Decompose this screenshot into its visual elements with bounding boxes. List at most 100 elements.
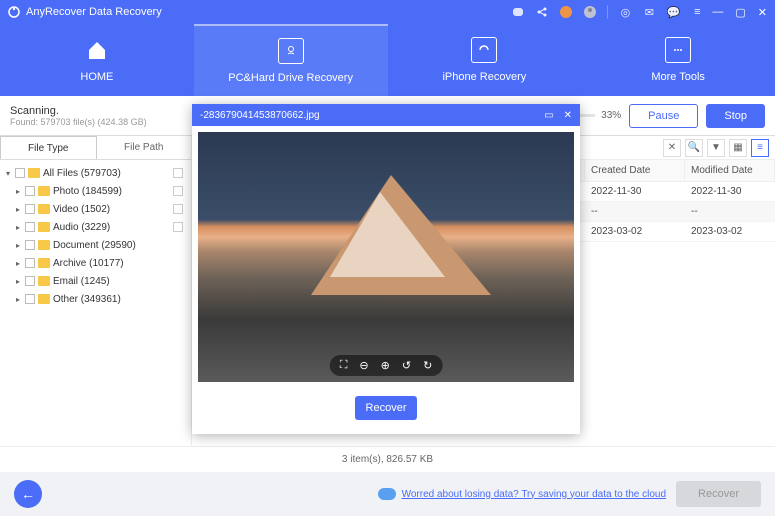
cell-modified: 2023-03-02 (685, 222, 775, 241)
nav-pc-label: PC&Hard Drive Recovery (228, 72, 353, 84)
mountain-snow-shape (330, 192, 445, 277)
nav-more-tools[interactable]: More Tools (581, 24, 775, 96)
cloud-link-text: Worred about losing data? Try saving you… (402, 489, 666, 500)
tab-file-type[interactable]: File Type (0, 136, 97, 159)
modal-restore-icon[interactable]: ▭ (544, 110, 553, 121)
tree-label: All Files (579703) (43, 168, 121, 179)
tree-item-all[interactable]: ▾ All Files (579703) (0, 164, 191, 182)
app-title: AnyRecover Data Recovery (26, 6, 511, 18)
tree-item-audio[interactable]: ▸ Audio (3229) (0, 218, 191, 236)
caret-icon: ▸ (14, 187, 22, 196)
row-checkbox[interactable] (173, 168, 183, 178)
caret-icon: ▸ (14, 223, 22, 232)
folder-icon (38, 222, 50, 232)
discord-icon[interactable] (511, 5, 525, 19)
caret-icon: ▸ (14, 241, 22, 250)
checkbox[interactable] (25, 240, 35, 250)
scan-found: Found: 579703 file(s) (424.38 GB) (10, 117, 185, 127)
caret-icon: ▾ (4, 169, 12, 178)
fullscreen-icon[interactable]: ⛶ (340, 359, 348, 372)
tree-label: Email (1245) (53, 276, 110, 287)
clear-search-icon[interactable]: ✕ (663, 139, 681, 157)
mail-icon[interactable]: ✉ (642, 5, 656, 19)
maximize-button[interactable]: ▢ (735, 6, 745, 19)
rotate-right-icon[interactable]: ↻ (423, 359, 432, 372)
tree-item-archive[interactable]: ▸Archive (10177) (0, 254, 191, 272)
checkbox[interactable] (25, 186, 35, 196)
separator (607, 5, 608, 19)
phone-icon (471, 37, 497, 63)
row-checkbox[interactable] (173, 204, 183, 214)
modal-header[interactable]: -283679041453870662.jpg ▭ ✕ (192, 104, 580, 126)
folder-icon (38, 276, 50, 286)
tree-item-photo[interactable]: ▸Photo (184599) (0, 182, 191, 200)
close-button[interactable]: ✕ (758, 6, 767, 19)
tree-item-email[interactable]: ▸ Email (1245) (0, 272, 191, 290)
image-controls: ⛶ ⊖ ⊕ ↺ ↻ (330, 355, 443, 376)
list-view-icon[interactable]: ≡ (751, 139, 769, 157)
progress-percent: 33% (601, 110, 621, 121)
chat-icon[interactable]: 💬 (666, 5, 680, 19)
tree-item-document[interactable]: ▸Document (29590) (0, 236, 191, 254)
nav-pc-recovery[interactable]: PC&Hard Drive Recovery (194, 24, 388, 96)
zoom-in-icon[interactable]: ⊕ (381, 359, 390, 372)
checkbox[interactable] (25, 276, 35, 286)
sidebar: File Type File Path ▾ All Files (579703)… (0, 136, 192, 446)
grid-view-icon[interactable]: ▦ (729, 139, 747, 157)
filter-icon[interactable]: ▼ (707, 139, 725, 157)
minimize-button[interactable]: — (712, 6, 723, 19)
checkbox[interactable] (25, 222, 35, 232)
nav-home[interactable]: HOME (0, 24, 194, 96)
tree-item-video[interactable]: ▸Video (1502) (0, 200, 191, 218)
modal-close-icon[interactable]: ✕ (564, 110, 572, 121)
back-button[interactable]: ← (14, 480, 42, 508)
nav-iphone-recovery[interactable]: iPhone Recovery (388, 24, 582, 96)
stop-button[interactable]: Stop (706, 104, 765, 128)
rotate-left-icon[interactable]: ↺ (402, 359, 411, 372)
avatar-icon[interactable] (583, 5, 597, 19)
caret-icon: ▸ (14, 277, 22, 286)
preview-image: ⛶ ⊖ ⊕ ↺ ↻ (198, 132, 574, 382)
folder-icon (38, 204, 50, 214)
cloud-backup-link[interactable]: Worred about losing data? Try saving you… (378, 488, 666, 500)
zoom-out-icon[interactable]: ⊖ (359, 359, 368, 372)
tools-icon (665, 37, 691, 63)
folder-icon (38, 294, 50, 304)
recover-button-modal[interactable]: Recover (355, 396, 417, 420)
folder-icon (38, 186, 50, 196)
checkbox[interactable] (25, 258, 35, 268)
tree-item-other[interactable]: ▸ Other (349361) (0, 290, 191, 308)
checkbox[interactable] (25, 204, 35, 214)
nav-iphone-label: iPhone Recovery (442, 71, 526, 83)
tree-label: Other (349361) (53, 294, 121, 305)
selection-status: 3 item(s), 826.57 KB (0, 446, 775, 472)
menu-icon[interactable]: ≡ (690, 5, 704, 19)
caret-icon: ▸ (14, 295, 22, 304)
home-icon (84, 37, 110, 63)
row-checkbox[interactable] (173, 186, 183, 196)
badge-icon[interactable] (559, 5, 573, 19)
recover-button-footer[interactable]: Recover (676, 481, 761, 507)
tab-file-path[interactable]: File Path (97, 136, 192, 159)
footer: ← Worred about losing data? Try saving y… (0, 472, 775, 516)
nav-home-label: HOME (80, 71, 113, 83)
tree-label: Archive (10177) (53, 258, 124, 269)
search-icon[interactable]: 🔍 (685, 139, 703, 157)
modal-footer: Recover (192, 388, 580, 434)
col-created[interactable]: Created Date (585, 160, 685, 181)
row-checkbox[interactable] (173, 222, 183, 232)
clock-icon[interactable]: ◎ (618, 5, 632, 19)
tree-label: Audio (3229) (53, 222, 110, 233)
main-nav: HOME PC&Hard Drive Recovery iPhone Recov… (0, 24, 775, 96)
drive-icon (278, 38, 304, 64)
checkbox[interactable] (15, 168, 25, 178)
cell-created: 2023-03-02 (585, 222, 685, 241)
checkbox[interactable] (25, 294, 35, 304)
share-icon[interactable] (535, 5, 549, 19)
file-tree: ▾ All Files (579703) ▸Photo (184599) ▸Vi… (0, 160, 191, 312)
pause-button[interactable]: Pause (629, 104, 698, 128)
cell-created: -- (585, 202, 685, 221)
col-modified[interactable]: Modified Date (685, 160, 775, 181)
cell-created: 2022-11-30 (585, 182, 685, 201)
title-bar: AnyRecover Data Recovery ◎ ✉ 💬 ≡ — ▢ ✕ (0, 0, 775, 24)
